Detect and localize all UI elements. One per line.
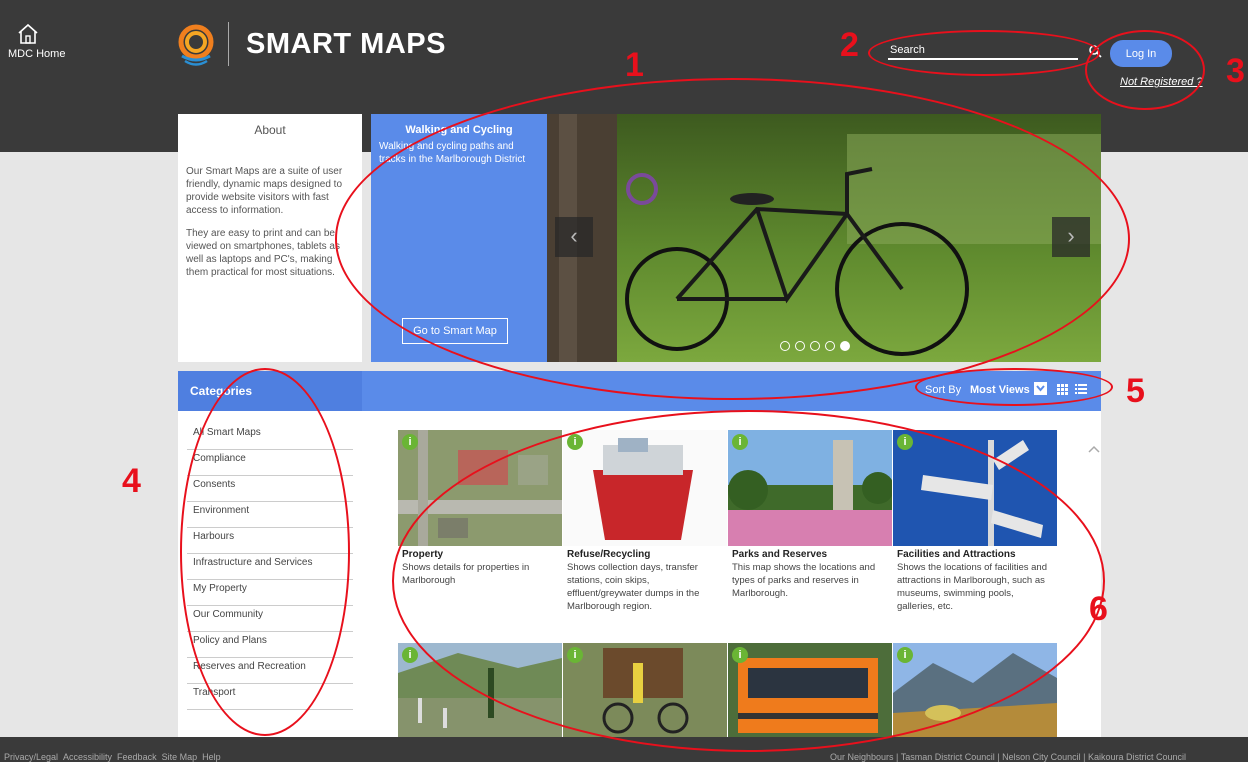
smart-maps-logo xyxy=(178,24,214,66)
brand-title: SMART MAPS xyxy=(246,28,446,60)
chevron-up-icon xyxy=(1088,445,1100,453)
about-title: About xyxy=(254,123,286,137)
home-icon xyxy=(18,23,38,44)
about-paragraph-1: Our Smart Maps are a suite of user frien… xyxy=(186,166,343,216)
about-paragraph-2: They are easy to print and can be viewed… xyxy=(186,228,340,278)
footer-neighbours[interactable]: Our Neighbours | Tasman District Council… xyxy=(830,752,1186,762)
logo-separator xyxy=(228,22,229,66)
footer-link[interactable]: Help xyxy=(202,752,221,762)
info-icon[interactable]: i xyxy=(402,434,418,450)
footer-link[interactable]: Accessibility xyxy=(63,752,112,762)
annotation-ellipse-categories xyxy=(180,368,350,736)
page: MDC Home SMART MAPS Log In Not Registere… xyxy=(0,0,1248,762)
annotation-number: 1 xyxy=(625,46,644,84)
annotation-ellipse-grid xyxy=(392,410,1105,752)
footer-link[interactable]: Feedback xyxy=(117,752,157,762)
home-link[interactable]: MDC Home xyxy=(8,22,65,61)
footer-link[interactable]: Privacy/Legal xyxy=(4,752,58,762)
info-icon[interactable]: i xyxy=(402,647,418,663)
annotation-ellipse-sort xyxy=(915,368,1113,406)
scroll-up-arrow[interactable] xyxy=(1088,442,1100,456)
annotation-number: 2 xyxy=(840,26,859,64)
annotation-number: 6 xyxy=(1089,590,1108,628)
annotation-ellipse-search xyxy=(868,30,1100,76)
annotation-ellipse-login xyxy=(1085,30,1205,110)
footer-link[interactable]: Site Map xyxy=(162,752,198,762)
annotation-number: 3 xyxy=(1226,52,1245,90)
annotation-ellipse-carousel xyxy=(335,78,1130,400)
annotation-number: 5 xyxy=(1126,372,1145,410)
footer-links: Privacy/Legal Accessibility Feedback Site M… xyxy=(4,752,226,762)
annotation-number: 4 xyxy=(122,462,141,500)
home-label: MDC Home xyxy=(8,48,66,60)
